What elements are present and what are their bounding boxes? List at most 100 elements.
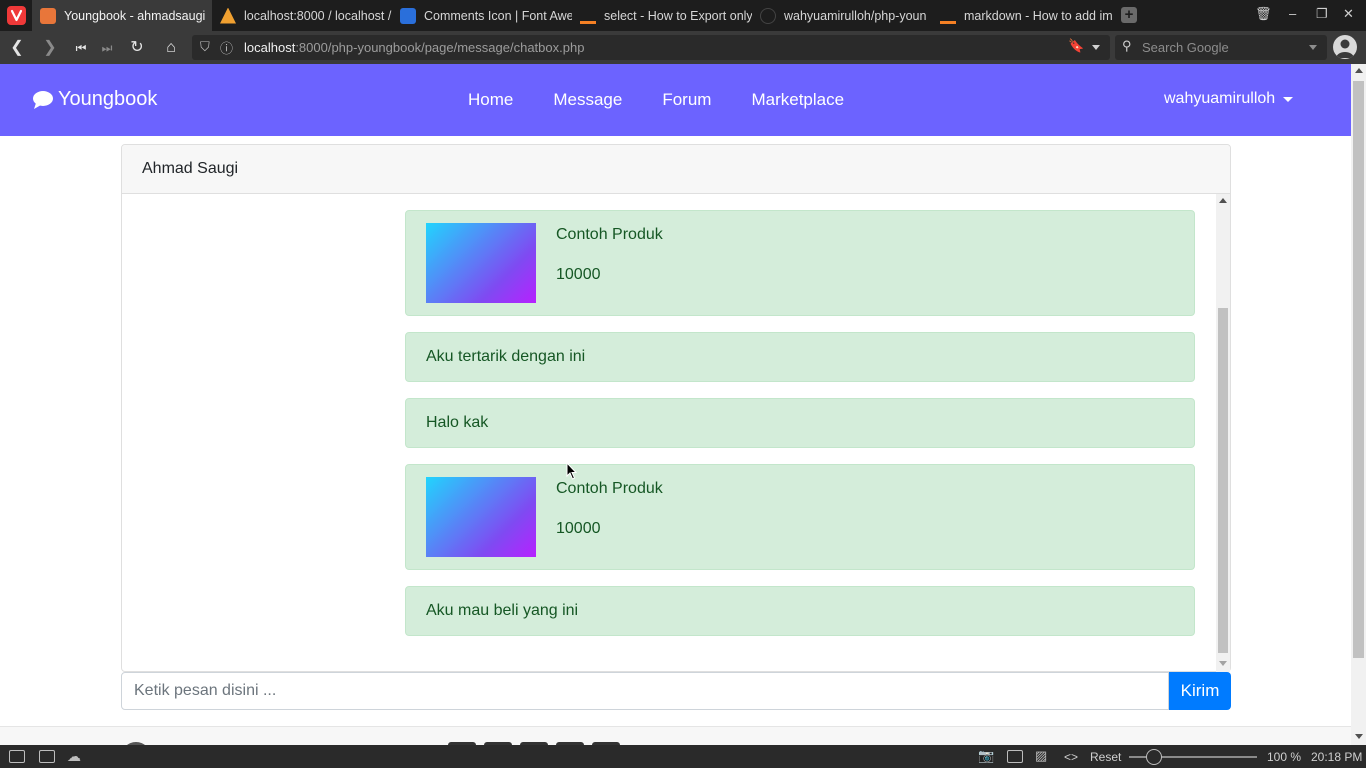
search-field[interactable]: ⚲ Search Google [1115,35,1327,60]
clock: 20:18 PM [1311,750,1363,764]
scroll-down-arrow-icon[interactable] [1219,661,1227,666]
nav-home[interactable]: Home [448,90,533,110]
reload-icon[interactable]: ↻ [127,38,147,58]
product-image[interactable] [426,223,536,303]
product-message[interactable]: Contoh Produk 10000 [405,464,1195,570]
info-icon[interactable]: ⓘ [220,38,233,57]
chat-scrollbar[interactable] [1216,194,1230,672]
tab-title: select - How to Export only [604,8,752,23]
chatbox-card: Ahmad Saugi Contoh Produk 10000 Aku tert… [121,144,1231,672]
tab-title: localhost:8000 / localhost / [244,8,392,23]
back-icon[interactable]: ❮ [7,38,27,58]
scroll-up-arrow-icon[interactable] [1219,198,1227,203]
browser-address-bar: ❮ ❯ ⏮ ⏭ ↻ ⌂ ⛉ ⓘ localhost:8000/php-young… [0,31,1366,64]
nav-message[interactable]: Message [533,90,642,110]
page-footer [0,726,1351,745]
sync-cloud-icon[interactable]: ☁ [67,748,81,765]
phpmyadmin-favicon-icon [220,7,236,24]
tab-stackoverflow-select[interactable]: select - How to Export only [572,0,752,31]
chat-contact-name: Ahmad Saugi [122,145,1230,194]
comment-icon [33,90,53,109]
product-name: Contoh Produk [556,226,663,243]
url-dropdown-icon[interactable] [1092,45,1100,50]
product-price: 10000 [556,266,601,283]
text-message: Aku mau beli yang ini [405,586,1195,636]
nav-marketplace[interactable]: Marketplace [731,90,864,110]
user-dropdown[interactable]: wahyuamirulloh [1164,90,1294,108]
caret-down-icon [1283,96,1294,102]
capture-camera-icon[interactable]: 📷 [978,748,994,764]
page-scroll-up-icon[interactable] [1355,68,1363,73]
tab-font-awesome[interactable]: Comments Icon | Font Awe [392,0,572,31]
zoom-reset-button[interactable]: Reset [1090,750,1121,764]
restore-icon[interactable]: ❐ [1316,6,1328,22]
forward-icon[interactable]: ❯ [40,38,60,58]
brand-link[interactable]: Youngbook [32,88,157,111]
fast-forward-icon[interactable]: ⏭ [97,38,117,58]
url-text: localhost:8000/php-youngbook/page/messag… [244,40,584,55]
url-host: localhost [244,40,296,55]
brand-name: Youngbook [58,88,158,110]
text-message: Halo kak [405,398,1195,448]
new-tab-button[interactable]: + [1121,7,1137,23]
page-scrollbar-thumb[interactable] [1353,81,1364,658]
mouse-cursor-icon [566,462,578,480]
stackoverflow-favicon-icon [580,8,596,24]
chat-messages[interactable]: Contoh Produk 10000 Aku tertarik dengan … [122,194,1230,672]
minimize-icon[interactable]: – [1289,6,1296,21]
tab-title: Youngbook - ahmadsaugi [64,8,206,23]
image-toggle-icon[interactable]: ▨ [1035,748,1047,764]
product-name: Contoh Produk [556,480,663,497]
github-favicon-icon [760,7,776,24]
product-price: 10000 [556,520,601,537]
tab-stackoverflow-markdown[interactable]: markdown - How to add im [932,0,1112,31]
page-scrollbar[interactable] [1351,64,1366,745]
product-image[interactable] [426,477,536,557]
page-tiling-icon[interactable] [1007,750,1023,763]
send-button[interactable]: Kirim [1169,672,1231,710]
vivaldi-menu-icon[interactable] [7,6,26,25]
page-viewport: Youngbook Home Message Forum Marketplace… [0,64,1351,745]
message-text: Halo kak [426,414,489,431]
tab-title: markdown - How to add im [964,8,1112,23]
rewind-icon[interactable]: ⏮ [71,38,91,58]
message-text: Aku tertarik dengan ini [426,348,586,365]
profile-avatar-icon[interactable] [1333,35,1357,59]
panel-toggle-icon[interactable] [9,750,25,763]
tab-youngbook[interactable]: Youngbook - ahmadsaugi [32,0,212,31]
tab-phpmyadmin[interactable]: localhost:8000 / localhost / [212,0,392,31]
tab-tiling-icon[interactable] [39,750,55,763]
zoom-slider-handle[interactable] [1146,749,1162,765]
page-scroll-down-icon[interactable] [1355,734,1363,739]
browser-status-bar: ☁ 📷 ▨ <> Reset 100 % 20:18 PM [0,745,1366,768]
url-field[interactable]: ⛉ ⓘ localhost:8000/php-youngbook/page/me… [192,35,1110,60]
username: wahyuamirulloh [1164,90,1276,107]
close-window-icon[interactable]: ✕ [1343,6,1354,22]
tab-title: wahyuamirulloh/php-youn [784,8,927,23]
browser-tab-bar: Youngbook - ahmadsaugi localhost:8000 / … [0,0,1366,31]
main-nav: Home Message Forum Marketplace [448,90,864,110]
shield-icon[interactable]: ⛉ [200,39,210,55]
text-message: Aku tertarik dengan ini [405,332,1195,382]
chat-scrollbar-thumb[interactable] [1218,308,1228,653]
message-text: Aku mau beli yang ini [426,602,579,619]
search-placeholder: Search Google [1142,40,1229,55]
zoom-level: 100 % [1267,750,1302,764]
site-navbar: Youngbook Home Message Forum Marketplace… [0,64,1351,136]
message-form: Kirim [121,672,1231,710]
tab-github[interactable]: wahyuamirulloh/php-youn [752,0,932,31]
url-path: :8000/php-youngbook/page/message/chatbox… [295,40,585,55]
nav-forum[interactable]: Forum [642,90,731,110]
stackoverflow-favicon-icon [940,8,956,24]
product-message[interactable]: Contoh Produk 10000 [405,210,1195,316]
search-icon: ⚲ [1122,38,1132,53]
home-icon[interactable]: ⌂ [161,38,181,58]
tab-title: Comments Icon | Font Awe [424,8,572,23]
search-engine-dropdown-icon[interactable] [1309,45,1317,50]
flag-favicon-icon [400,7,416,24]
bookmark-icon[interactable]: 🔖 [1068,38,1084,54]
message-input[interactable] [121,672,1169,710]
xampp-favicon-icon [40,7,56,24]
trash-icon[interactable]: 🗑 [1255,6,1272,22]
page-actions-icon[interactable]: <> [1064,750,1078,764]
